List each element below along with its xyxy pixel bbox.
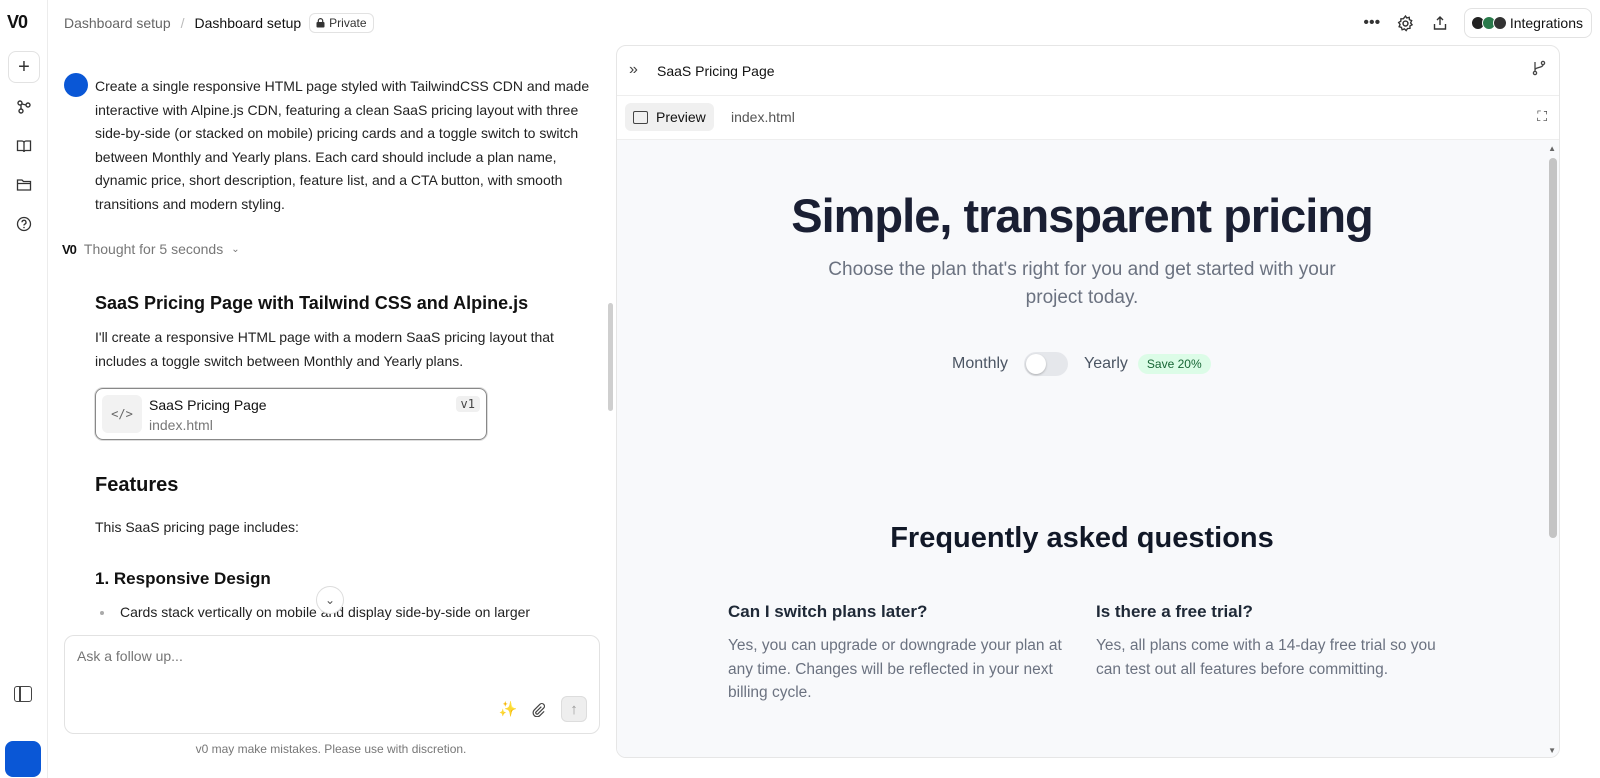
- sparkle-enhance-icon[interactable]: ✨: [495, 696, 521, 722]
- tab-code-file[interactable]: index.html: [723, 103, 803, 131]
- plus-icon: +: [18, 55, 30, 78]
- preview-header: » SaaS Pricing Page: [617, 46, 1559, 96]
- branch-fork-icon[interactable]: [1531, 60, 1547, 81]
- browser-window-icon: [633, 110, 648, 124]
- file-card[interactable]: </> SaaS Pricing Page index.html v1: [95, 388, 487, 440]
- breadcrumb-parent[interactable]: Dashboard setup: [64, 15, 171, 31]
- follow-up-input[interactable]: [77, 648, 557, 664]
- chat-history[interactable]: Create a single responsive HTML page sty…: [48, 45, 614, 630]
- scroll-down-arrow-icon[interactable]: ▼: [1548, 746, 1556, 755]
- share-upload-icon[interactable]: [1430, 13, 1450, 33]
- collapse-panel-icon[interactable]: »: [629, 61, 638, 79]
- settings-gear-icon[interactable]: [1396, 13, 1416, 33]
- preview-panel: » SaaS Pricing Page Preview index.html ⛶…: [616, 45, 1560, 758]
- faq-question: Is there a free trial?: [1096, 602, 1253, 621]
- composer: ✨ ↑: [64, 635, 600, 734]
- features-heading: Features: [95, 474, 179, 496]
- save-badge: Save 20%: [1137, 354, 1211, 374]
- integrations-label: Integrations: [1509, 15, 1583, 31]
- chevron-down-icon: ⌄: [324, 593, 336, 607]
- files-button[interactable]: [8, 169, 40, 201]
- projects-button[interactable]: [8, 91, 40, 123]
- new-chat-button[interactable]: +: [8, 51, 40, 83]
- integrations-button[interactable]: Integrations: [1463, 8, 1592, 38]
- help-icon: [16, 216, 32, 232]
- file-card-path: index.html: [149, 417, 213, 433]
- chat-panel: Create a single responsive HTML page sty…: [48, 45, 614, 778]
- file-card-name: SaaS Pricing Page: [149, 397, 267, 413]
- hero-title: Simple, transparent pricing: [791, 189, 1374, 242]
- chevron-down-icon: ⌄: [231, 243, 240, 255]
- breadcrumb-current[interactable]: Dashboard setup: [195, 15, 302, 31]
- projects-icon: [17, 100, 31, 114]
- disclaimer: v0 may make mistakes. Please use with di…: [195, 742, 467, 756]
- scroll-up-arrow-icon[interactable]: ▲: [1548, 144, 1556, 153]
- faq-title: Frequently asked questions: [890, 522, 1274, 554]
- tab-preview-label: Preview: [656, 109, 706, 125]
- billing-toggle-switch[interactable]: [1024, 352, 1069, 376]
- tab-preview[interactable]: Preview: [625, 103, 714, 131]
- sidebar-toggle-icon[interactable]: [14, 686, 32, 702]
- avatar[interactable]: [5, 741, 41, 777]
- faq-answer: Yes, you can upgrade or downgrade your p…: [728, 637, 1062, 701]
- book-icon: [16, 140, 32, 153]
- toggle-monthly-label[interactable]: Monthly: [952, 355, 1008, 373]
- privacy-label: Private: [329, 15, 367, 30]
- top-bar: Dashboard setup / Dashboard setup Privat…: [48, 0, 1600, 45]
- paperclip-attach-icon[interactable]: [525, 696, 551, 722]
- arrow-up-icon: ↑: [570, 700, 578, 718]
- send-button[interactable]: ↑: [561, 696, 587, 722]
- toggle-knob: [1026, 354, 1047, 374]
- top-actions: ••• Integrations: [1362, 8, 1592, 38]
- preview-viewport[interactable]: Simple, transparent pricing Choose the p…: [617, 140, 1559, 757]
- left-rail: V0 +: [0, 0, 48, 778]
- tab-code-file-label: index.html: [731, 109, 795, 125]
- preview-tabs: Preview index.html ⛶: [617, 96, 1559, 140]
- lock-icon: [316, 17, 325, 27]
- privacy-badge[interactable]: Private: [309, 12, 374, 33]
- answer-title: SaaS Pricing Page with Tailwind CSS and …: [95, 293, 529, 313]
- thought-label: Thought for 5 seconds: [83, 241, 224, 257]
- user-prompt: Create a single responsive HTML page sty…: [95, 78, 590, 212]
- version-badge: v1: [455, 396, 480, 412]
- faq-answer: Yes, all plans come with a 14-day free t…: [1096, 637, 1436, 678]
- preview-scrollbar[interactable]: [1549, 158, 1557, 538]
- v0-logo[interactable]: V0: [7, 12, 28, 33]
- chat-scrollbar[interactable]: [608, 303, 613, 411]
- library-button[interactable]: [8, 130, 40, 162]
- fullscreen-icon[interactable]: ⛶: [1537, 108, 1547, 125]
- user-avatar: [64, 73, 88, 97]
- integration-logos-icon: [1470, 16, 1507, 30]
- thought-toggle[interactable]: V0 Thought for 5 seconds ⌄: [62, 241, 240, 257]
- scroll-to-bottom-button[interactable]: ⌄: [316, 586, 344, 614]
- breadcrumb-separator: /: [180, 14, 185, 31]
- help-button[interactable]: [8, 208, 40, 240]
- preview-title: SaaS Pricing Page: [657, 63, 775, 79]
- answer-text: I'll create a responsive HTML page with …: [95, 329, 554, 369]
- features-subheading: 1. Responsive Design: [95, 569, 271, 588]
- faq-question: Can I switch plans later?: [728, 602, 928, 621]
- v0-logo-small: V0: [62, 241, 77, 257]
- more-options-icon[interactable]: •••: [1362, 13, 1382, 33]
- billing-toggle-row: Monthly Yearly Save 20%: [952, 352, 1211, 376]
- hero-subtitle: Choose the plan that's right for you and…: [828, 259, 1336, 308]
- folder-icon: [16, 179, 32, 191]
- toggle-yearly-label[interactable]: Yearly: [1084, 355, 1128, 373]
- code-icon: </>: [102, 395, 142, 433]
- features-intro: This SaaS pricing page includes:: [95, 519, 299, 535]
